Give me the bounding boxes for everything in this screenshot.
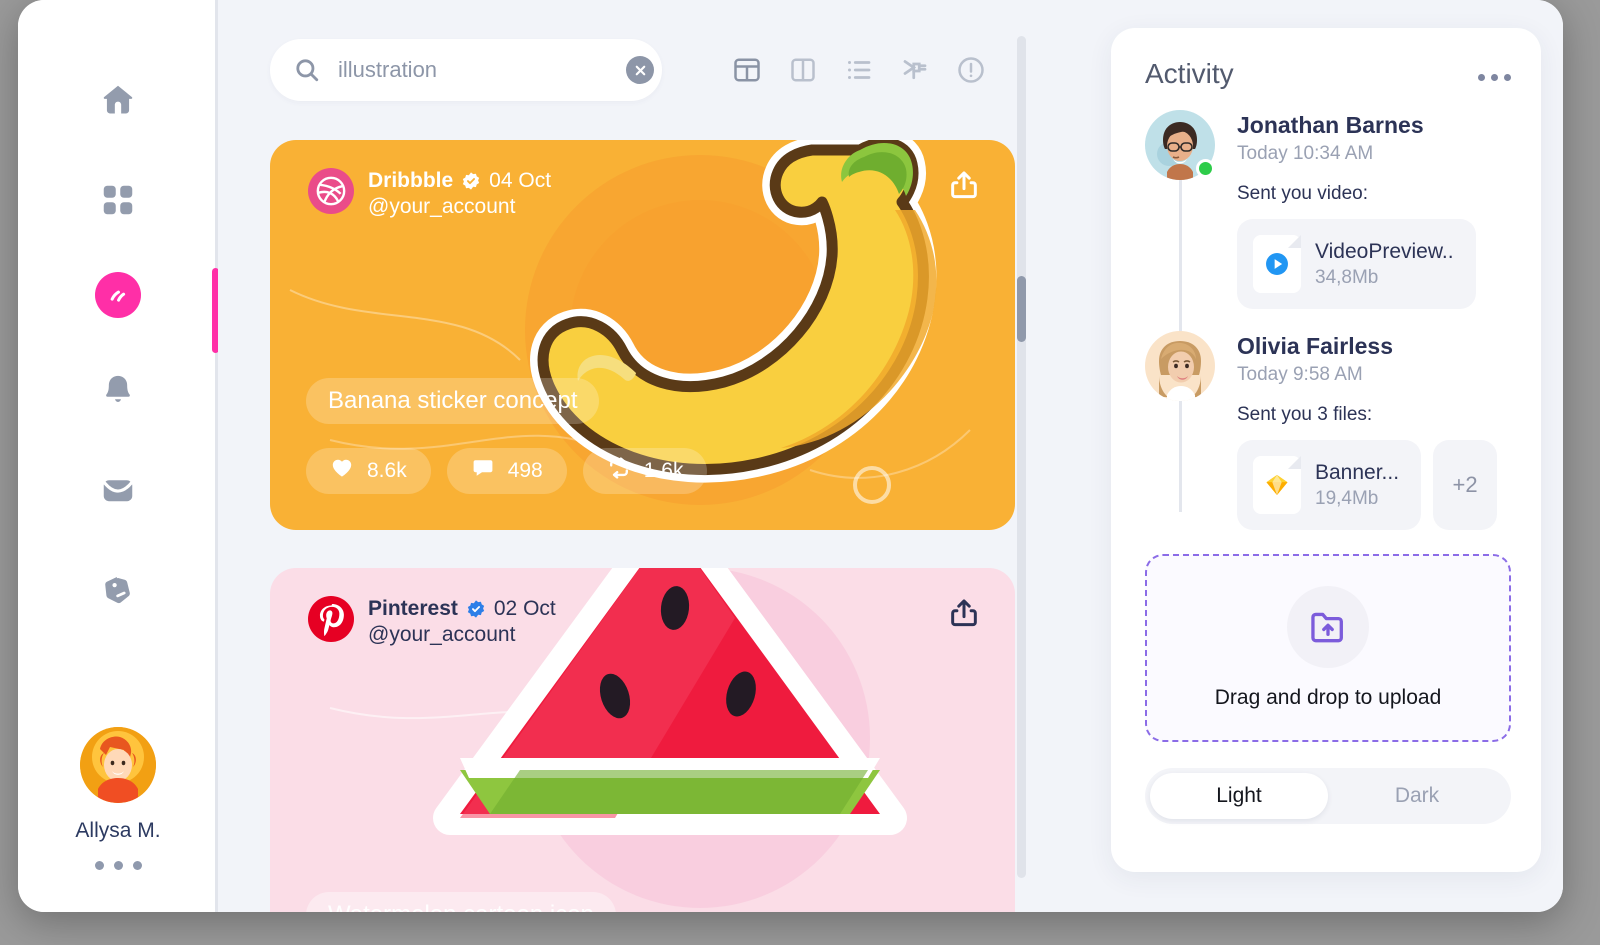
sidebar-item-messages[interactable] — [90, 462, 146, 518]
search-input[interactable] — [320, 57, 626, 83]
app-window: Allysa M. illustration Dribbble 04 Oct @… — [18, 0, 1563, 912]
card-handle: @your_account — [368, 623, 516, 646]
file-name: VideoPreview.. — [1315, 239, 1454, 263]
top-toolbar — [270, 38, 1088, 102]
search-icon — [294, 57, 320, 83]
avatar — [80, 727, 156, 803]
theme-toggle: Light Dark — [1145, 768, 1511, 824]
bell-icon — [100, 372, 136, 408]
three-dots-icon — [94, 861, 104, 870]
file-size: 34,8Mb — [1315, 266, 1379, 288]
dribbble-icon — [308, 168, 354, 214]
comment-stat[interactable]: 498 — [446, 448, 567, 494]
like-stat[interactable]: 8.6k — [306, 448, 431, 494]
activity-item: Jonathan Barnes Today 10:34 AM Sent you … — [1145, 110, 1511, 309]
online-status-dot — [1196, 159, 1215, 178]
comment-icon — [471, 456, 495, 486]
activity-user-name: Olivia Fairless — [1237, 333, 1393, 359]
file-card[interactable]: VideoPreview.. 34,8Mb — [1237, 219, 1476, 309]
feed-scrollbar[interactable] — [1017, 36, 1026, 878]
card-header: Dribbble 04 Oct @your_account — [308, 168, 551, 219]
activity-timestamp: Today 10:34 AM — [1237, 143, 1374, 164]
file-card[interactable]: Banner... 19,4Mb — [1237, 440, 1422, 530]
clear-search-button[interactable] — [626, 56, 654, 84]
repost-count: 1.6k — [643, 459, 684, 482]
mail-envelope-icon — [100, 472, 136, 508]
view-toolbar — [732, 55, 986, 85]
avatar — [1145, 110, 1215, 180]
card-date: 04 Oct — [489, 169, 552, 192]
main-area: Dribbble 04 Oct @your_account — [218, 0, 1563, 912]
sidebar-item-home[interactable] — [90, 72, 146, 128]
sidebar-item-notifications[interactable] — [90, 362, 146, 418]
card-title: Banana sticker concept — [306, 378, 600, 424]
video-file-icon — [1253, 235, 1301, 293]
feed-column: Dribbble 04 Oct @your_account — [218, 0, 1088, 912]
card-title: Watermelon cartoon icon — [306, 892, 616, 912]
list-view-icon[interactable] — [844, 55, 874, 85]
panel-title: Activity — [1145, 58, 1234, 89]
theme-option-dark[interactable]: Dark — [1328, 773, 1506, 819]
theme-option-light[interactable]: Light — [1150, 773, 1328, 819]
speedometer-icon — [104, 281, 132, 309]
sidebar-item-tags[interactable] — [90, 562, 146, 618]
tag-icon — [101, 573, 135, 607]
pinterest-icon — [308, 596, 354, 642]
profile-name: Allysa M. — [75, 819, 161, 842]
card-date: 02 Oct — [493, 597, 556, 620]
comment-count: 498 — [507, 459, 543, 482]
share-icon[interactable] — [947, 596, 981, 635]
activity-more-button[interactable] — [1478, 58, 1511, 81]
card-header: Pinterest 02 Oct @your_account — [308, 596, 556, 647]
activity-timestamp: Today 9:58 AM — [1237, 364, 1363, 385]
verified-badge-icon — [466, 599, 486, 619]
sidebar: Allysa M. — [18, 0, 219, 912]
sidebar-item-analytics[interactable] — [95, 272, 141, 318]
activity-user-name: Jonathan Barnes — [1237, 112, 1424, 138]
upload-dropzone[interactable]: Drag and drop to upload — [1145, 554, 1511, 742]
grid-view-icon[interactable] — [732, 55, 762, 85]
profile-more-button[interactable] — [94, 861, 142, 870]
file-name: Banner... — [1315, 460, 1400, 484]
plug-connect-icon[interactable] — [900, 55, 930, 85]
activity-files: Banner... 19,4Mb +2 — [1237, 440, 1511, 530]
alert-circle-icon[interactable] — [956, 55, 986, 85]
sketch-file-icon — [1253, 456, 1301, 514]
activity-files: VideoPreview.. 34,8Mb — [1237, 219, 1511, 309]
scrollbar-thumb[interactable] — [1017, 276, 1026, 342]
decorative-ring — [853, 466, 891, 504]
file-size: 19,4Mb — [1315, 487, 1379, 509]
verified-badge-icon — [461, 171, 481, 191]
card-stats: 8.6k 498 1.6k — [306, 448, 708, 494]
like-count: 8.6k — [367, 459, 407, 482]
activity-note: Sent you video: — [1237, 183, 1368, 204]
activity-panel: Activity Jonathan Barnes Today 10:34 AM … — [1111, 28, 1541, 872]
three-dots-icon — [1478, 74, 1485, 81]
activity-item: Olivia Fairless Today 9:58 AM Sent you 3… — [1145, 331, 1511, 530]
activity-note: Sent you 3 files: — [1237, 404, 1373, 425]
share-icon[interactable] — [947, 168, 981, 207]
activity-header: Activity — [1145, 58, 1511, 90]
sidebar-profile[interactable]: Allysa M. — [18, 727, 218, 870]
post-card-pinterest[interactable]: Pinterest 02 Oct @your_account — [270, 568, 1015, 912]
post-card-dribbble[interactable]: Dribbble 04 Oct @your_account Banana sti… — [270, 140, 1015, 530]
activity-timeline: Jonathan Barnes Today 10:34 AM Sent you … — [1145, 110, 1511, 530]
dashboard-grid-icon — [100, 182, 136, 218]
repost-icon — [607, 456, 631, 486]
sidebar-item-dashboard[interactable] — [90, 172, 146, 228]
folder-upload-icon — [1287, 586, 1369, 668]
heart-icon — [330, 456, 354, 486]
card-brand-name: Pinterest — [368, 597, 458, 620]
card-handle: @your_account — [368, 195, 516, 218]
avatar — [1145, 331, 1215, 401]
more-files-badge[interactable]: +2 — [1433, 440, 1498, 530]
repost-stat[interactable]: 1.6k — [582, 448, 708, 494]
card-brand-name: Dribbble — [368, 169, 454, 192]
home-icon — [99, 81, 137, 119]
column-view-icon[interactable] — [788, 55, 818, 85]
dropzone-label: Drag and drop to upload — [1214, 686, 1442, 709]
search-bar[interactable] — [270, 39, 662, 101]
